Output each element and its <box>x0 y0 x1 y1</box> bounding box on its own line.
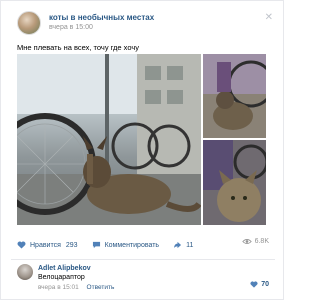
comment-like-button[interactable]: 70 <box>250 281 269 288</box>
views-counter: 6.8K <box>241 238 269 245</box>
group-name-link[interactable]: коты в необычных местах <box>49 13 154 23</box>
comment-time[interactable]: вчера в 15:01 <box>38 284 79 291</box>
photo-main[interactable] <box>17 54 201 225</box>
comment-body: Adlet Alipbekov Велоцараптор вчера в 15:… <box>38 264 114 293</box>
comment-label: Комментировать <box>104 241 160 249</box>
views-count: 6.8K <box>254 238 269 245</box>
share-count: 11 <box>186 241 194 249</box>
comment-item: Adlet Alipbekov Велоцараптор вчера в 15:… <box>17 264 269 294</box>
comment-text: Велоцараптор <box>38 274 85 281</box>
group-avatar[interactable] <box>17 11 41 35</box>
post-time[interactable]: вчера в 15:00 <box>49 23 154 33</box>
like-button[interactable]: Нравится 293 <box>17 241 78 249</box>
comment-button[interactable]: Комментировать <box>92 241 160 249</box>
eye-icon <box>241 239 252 244</box>
post-header-text: коты в необычных местах вчера в 15:00 <box>49 13 154 33</box>
post-actions: Нравится 293 Комментировать 11 6.8K <box>17 238 269 252</box>
post-header: коты в необычных местах вчера в 15:00 <box>17 11 154 35</box>
post-card: ✕ коты в необычных местах вчера в 15:00 … <box>0 0 284 300</box>
reply-button[interactable]: Ответить <box>87 284 115 291</box>
like-label: Нравится <box>30 241 61 249</box>
photo-secondary-bottom[interactable] <box>203 140 266 225</box>
share-icon <box>174 241 182 249</box>
post-text: Мне плевать на всех, точу где хочу <box>17 43 140 52</box>
divider <box>11 259 275 260</box>
comment-author-link[interactable]: Adlet Alipbekov <box>38 264 114 273</box>
close-icon[interactable]: ✕ <box>265 13 273 23</box>
comment-meta: вчера в 15:01 Ответить <box>38 282 114 293</box>
comment-like-count: 70 <box>261 281 269 288</box>
like-count: 293 <box>65 241 78 249</box>
share-button[interactable]: 11 <box>173 241 193 249</box>
comment-avatar[interactable] <box>17 264 33 280</box>
photo-secondary-top[interactable] <box>203 54 266 138</box>
heart-icon <box>17 241 26 249</box>
heart-icon <box>250 281 258 288</box>
comment-icon <box>92 241 100 249</box>
